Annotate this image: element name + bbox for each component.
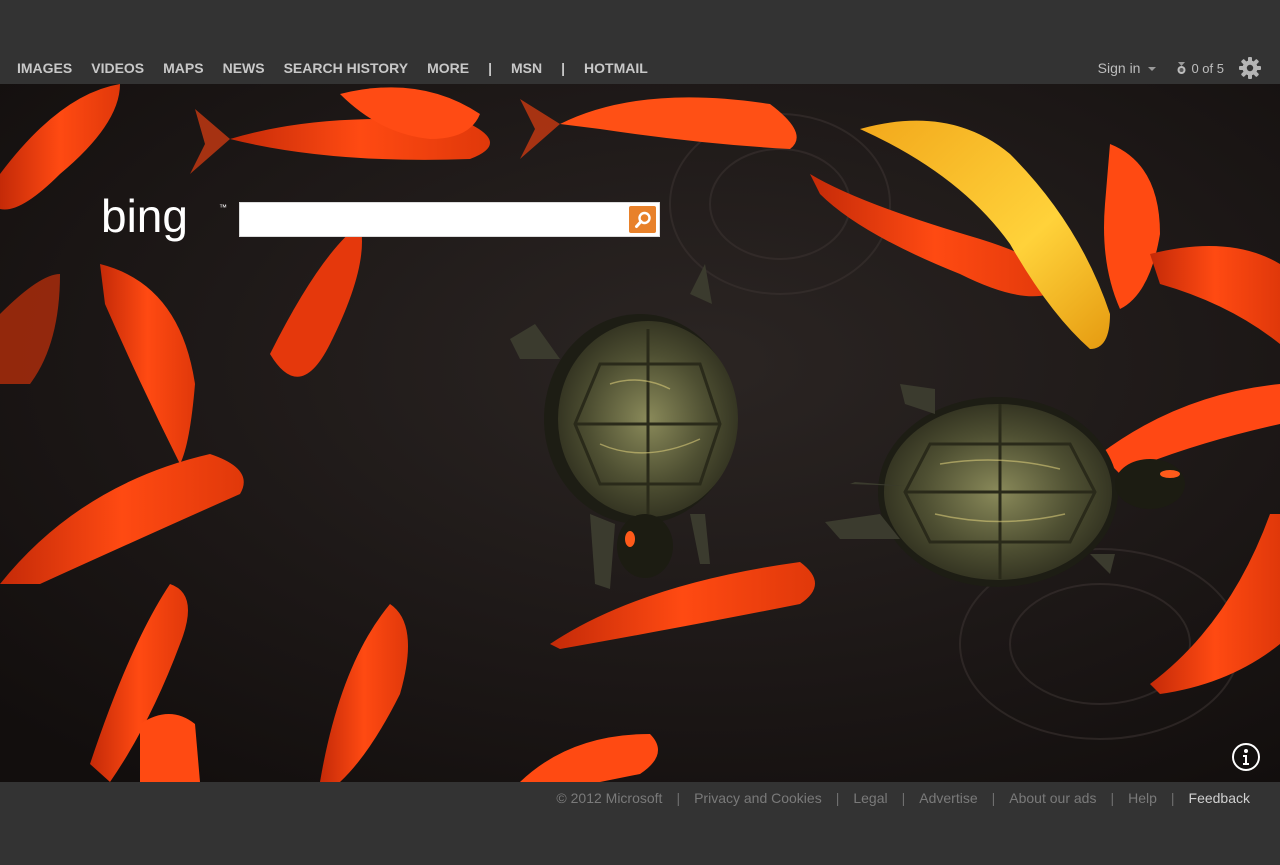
nav-hotmail[interactable]: HOTMAIL bbox=[584, 60, 648, 76]
logo-trademark: ™ bbox=[219, 203, 227, 212]
header-right: Sign in 0 of 5 bbox=[1098, 57, 1280, 79]
footer-separator: | bbox=[835, 790, 840, 806]
rewards-label: 0 of 5 bbox=[1191, 60, 1224, 76]
main-nav: IMAGES VIDEOS MAPS NEWS SEARCH HISTORY M… bbox=[17, 60, 667, 76]
nav-videos[interactable]: VIDEOS bbox=[91, 60, 144, 76]
info-icon[interactable] bbox=[1231, 742, 1261, 772]
homepage-background-image: bing ™ bbox=[0, 84, 1280, 782]
search-box bbox=[239, 202, 660, 237]
feedback-link[interactable]: Feedback bbox=[1189, 790, 1250, 806]
nav-separator: | bbox=[561, 60, 566, 76]
nav-separator: | bbox=[488, 60, 492, 76]
search-input[interactable] bbox=[244, 207, 628, 234]
footer-link-help[interactable]: Help bbox=[1128, 790, 1157, 806]
rewards-counter[interactable]: 0 of 5 bbox=[1176, 61, 1224, 76]
nav-search-history[interactable]: SEARCH HISTORY bbox=[284, 60, 408, 76]
copyright-text: © 2012 Microsoft bbox=[556, 790, 663, 806]
nav-maps[interactable]: MAPS bbox=[163, 60, 203, 76]
footer-link-about-ads[interactable]: About our ads bbox=[1009, 790, 1096, 806]
footer-link-privacy[interactable]: Privacy and Cookies bbox=[694, 790, 822, 806]
search-icon bbox=[634, 211, 651, 228]
footer-separator: | bbox=[991, 790, 996, 806]
footer-separator: | bbox=[1110, 790, 1115, 806]
footer-link-advertise[interactable]: Advertise bbox=[919, 790, 977, 806]
nav-more[interactable]: MORE bbox=[427, 60, 469, 76]
nav-msn[interactable]: MSN bbox=[511, 60, 542, 76]
footer-link-legal[interactable]: Legal bbox=[853, 790, 887, 806]
bing-wordmark: bing ™ bbox=[101, 190, 227, 242]
chevron-down-icon[interactable] bbox=[1148, 67, 1157, 71]
footer: © 2012 Microsoft | Privacy and Cookies |… bbox=[0, 782, 1280, 865]
logo-text: bing bbox=[101, 196, 188, 242]
koi-pond-illustration bbox=[0, 84, 1280, 782]
search-button[interactable] bbox=[629, 206, 656, 233]
footer-separator: | bbox=[901, 790, 906, 806]
gear-icon[interactable] bbox=[1239, 57, 1261, 79]
nav-news[interactable]: NEWS bbox=[223, 60, 265, 76]
footer-links: © 2012 Microsoft | Privacy and Cookies |… bbox=[556, 790, 1250, 806]
sign-in-link[interactable]: Sign in bbox=[1098, 60, 1141, 76]
bing-logo[interactable]: bing ™ bbox=[101, 190, 231, 250]
top-bar: IMAGES VIDEOS MAPS NEWS SEARCH HISTORY M… bbox=[0, 0, 1280, 84]
nav-images[interactable]: IMAGES bbox=[17, 60, 72, 76]
footer-separator: | bbox=[676, 790, 681, 806]
rewards-medal-icon bbox=[1177, 61, 1186, 74]
footer-separator: | bbox=[1170, 790, 1175, 806]
